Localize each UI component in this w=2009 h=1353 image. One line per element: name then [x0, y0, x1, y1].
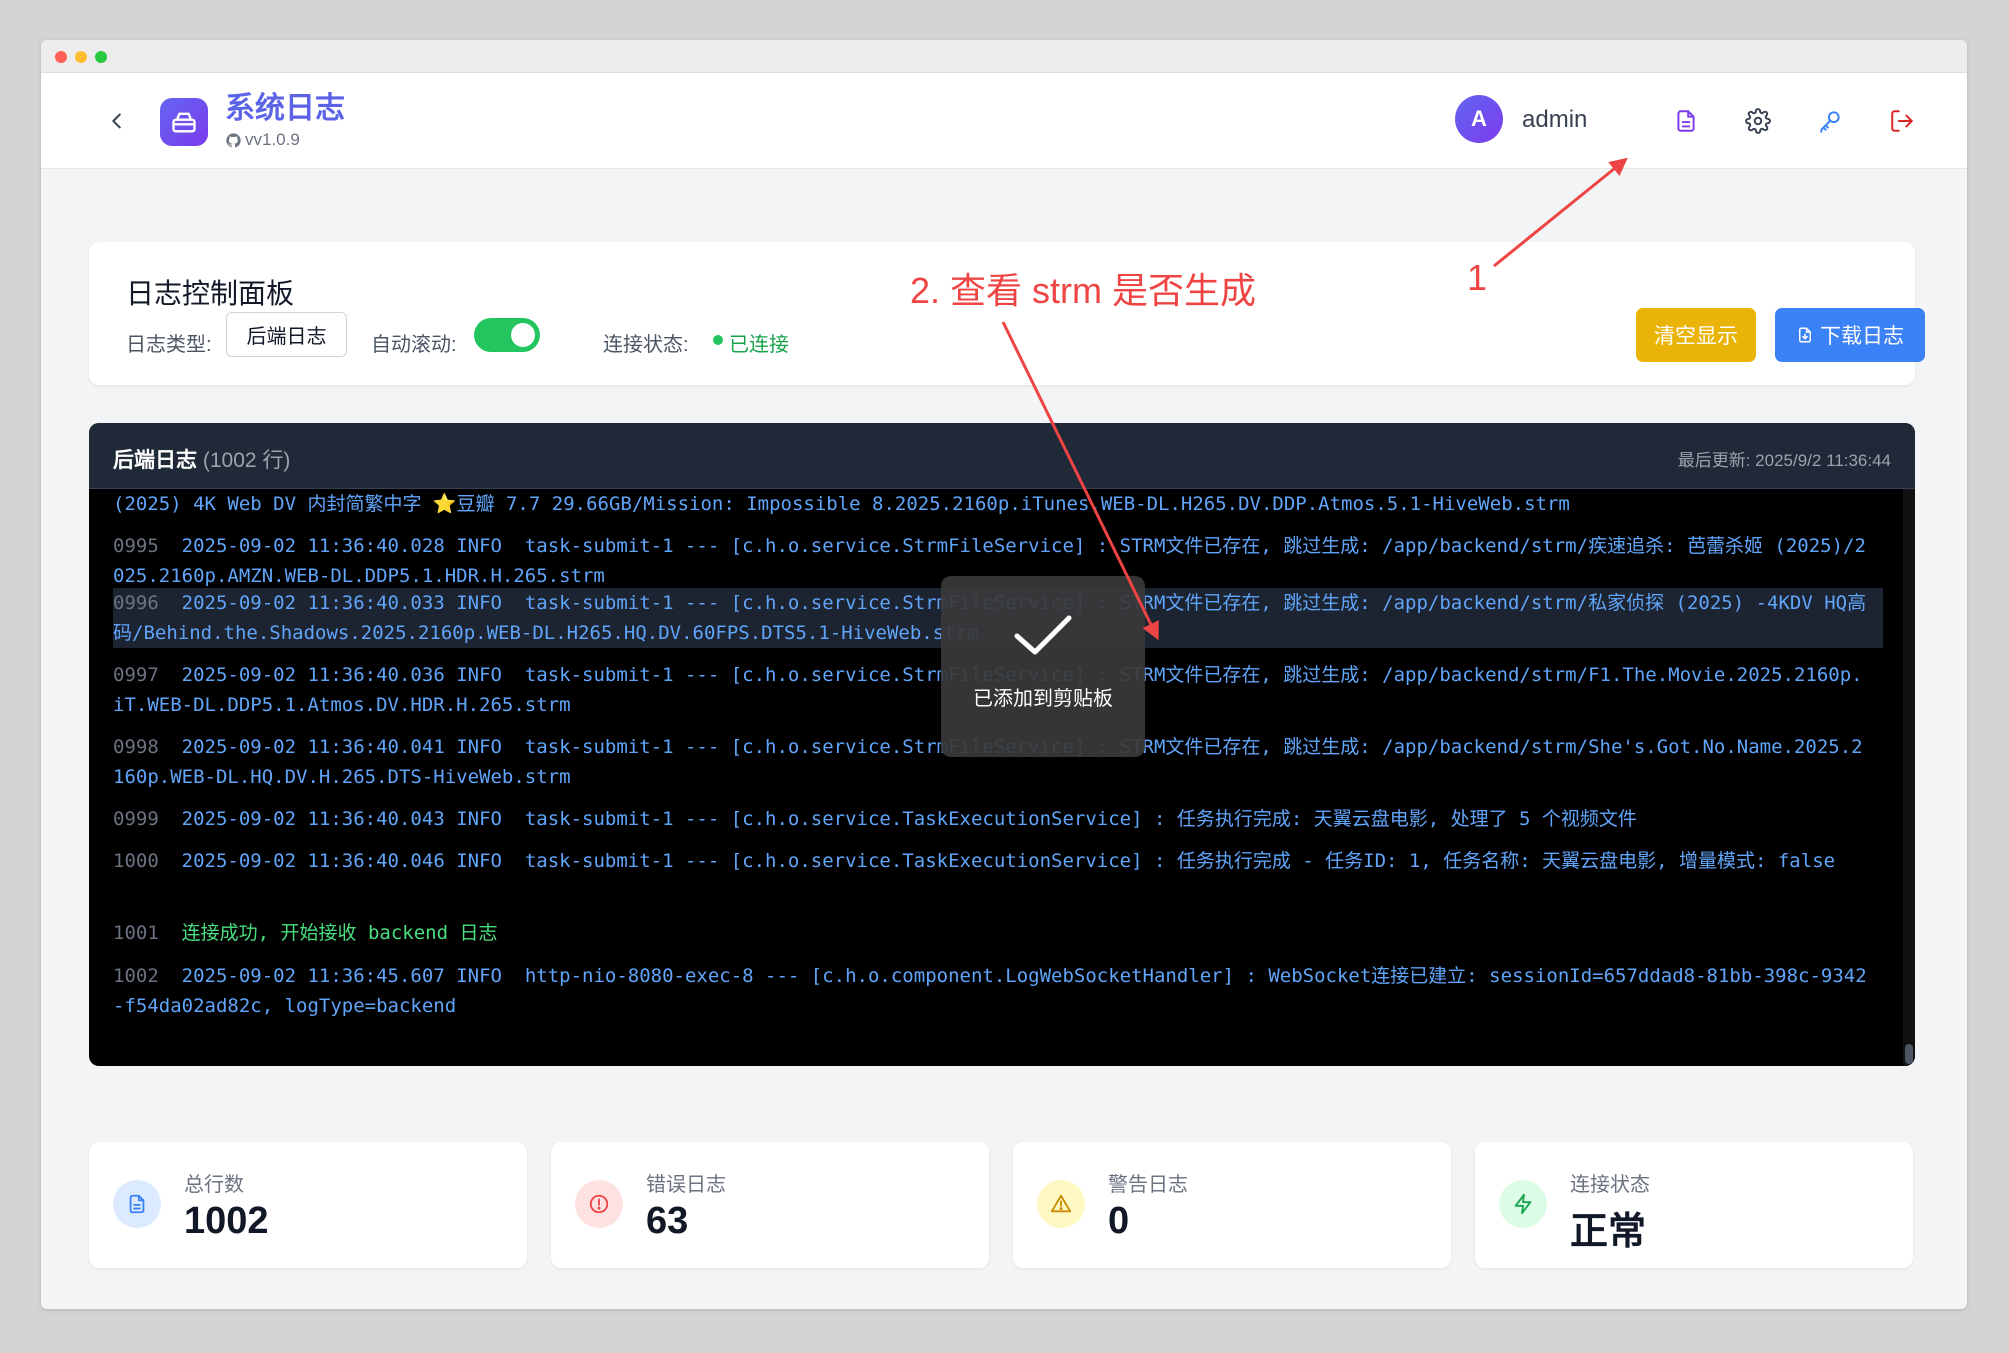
annotation-step-1: 1 [1467, 257, 1488, 298]
line-number: 0998 [113, 736, 159, 758]
stat-value: 63 [646, 1200, 689, 1242]
line-number: 0999 [113, 808, 159, 830]
line-number: 0997 [113, 664, 159, 686]
stat-icon-wrap [575, 1180, 623, 1228]
stat-value: 0 [1108, 1200, 1130, 1242]
key-icon [1820, 111, 1840, 133]
app-version: vv1.0.9 [225, 130, 300, 150]
logs-button[interactable] [1666, 101, 1706, 141]
stat-value: 1002 [184, 1200, 269, 1242]
stat-label: 总行数 [184, 1174, 244, 1196]
line-number: 1001 [113, 922, 159, 944]
log-text: (2025) 4K Web DV 内封简繁中字 ⭐豆瓣 7.7 29.66GB/… [113, 493, 1570, 515]
stat-label: 警告日志 [1108, 1174, 1188, 1196]
browser-window: 系统日志 vv1.0.9 A admin 日志控制面板 日志类型: 后端日志 自… [41, 40, 1967, 1309]
log-line[interactable]: 1000 2025-09-02 11:36:40.046 INFO task-s… [113, 846, 1873, 876]
document-icon [129, 1194, 145, 1214]
log-text: 2025-09-02 11:36:45.607 INFO http-nio-80… [113, 965, 1867, 1017]
stat-card-warnings: 警告日志 0 [1013, 1142, 1451, 1268]
clear-display-button[interactable]: 清空显示 [1636, 308, 1756, 362]
log-type-select[interactable]: 后端日志 [226, 312, 347, 357]
line-count: (1002 行) [202, 449, 291, 472]
stat-label: 连接状态 [1570, 1174, 1650, 1196]
terminal-title: 后端日志 (1002 行) [113, 444, 290, 474]
page-title: 系统日志 [225, 92, 345, 125]
checkmark-icon [1014, 615, 1072, 655]
gear-icon [1745, 108, 1771, 134]
minimize-window-button[interactable] [75, 51, 87, 63]
stat-value: 正常 [1570, 1211, 1647, 1253]
download-file-icon [1799, 327, 1811, 343]
stat-card-connection: 连接状态 正常 [1475, 1142, 1913, 1268]
stat-card-total: 总行数 1002 [89, 1142, 527, 1268]
clipboard-toast: 已添加到剪贴板 [941, 576, 1145, 757]
line-number: 1000 [113, 850, 159, 872]
log-line[interactable]: 1002 2025-09-02 11:36:45.607 INFO http-n… [113, 961, 1873, 1021]
stat-label: 错误日志 [646, 1174, 726, 1196]
toggle-knob [511, 323, 535, 347]
alert-circle-icon [589, 1194, 609, 1214]
username[interactable]: admin [1522, 106, 1587, 134]
log-line[interactable]: 0999 2025-09-02 11:36:40.043 INFO task-s… [113, 804, 1873, 834]
close-window-button[interactable] [55, 51, 67, 63]
log-scrollbar[interactable] [1903, 489, 1915, 1066]
terminal-header: 后端日志 (1002 行) 最后更新: 2025/9/2 11:36:44 [89, 423, 1915, 489]
connection-label: 连接状态: [603, 334, 689, 356]
api-key-button[interactable] [1810, 101, 1850, 141]
app-header: 系统日志 vv1.0.9 A admin [41, 73, 1967, 169]
log-text: 2025-09-02 11:36:40.043 INFO task-submit… [181, 808, 1637, 830]
line-number: 0995 [113, 535, 159, 557]
version-label: vv1.0.9 [245, 130, 300, 149]
lightning-icon [1514, 1193, 1532, 1215]
line-number: 0996 [113, 592, 159, 614]
stat-icon-wrap [1499, 1180, 1547, 1228]
connection-status: 已连接 [729, 334, 789, 356]
stat-icon-wrap [1037, 1180, 1085, 1228]
auto-scroll-label: 自动滚动: [371, 334, 457, 356]
avatar[interactable]: A [1455, 95, 1503, 143]
terminal-title-text: 后端日志 [113, 449, 197, 472]
download-log-label: 下载日志 [1820, 325, 1904, 348]
back-button[interactable] [99, 103, 135, 139]
github-icon [226, 132, 241, 147]
log-text: 2025-09-02 11:36:40.046 INFO task-submit… [181, 850, 1836, 872]
panel-title: 日志控制面板 [126, 278, 295, 309]
auto-scroll-toggle[interactable] [474, 318, 540, 352]
annotation-step-2: 2. 查看 strm 是否生成 [910, 270, 1257, 311]
log-type-label: 日志类型: [126, 334, 212, 356]
logout-icon [1891, 110, 1913, 132]
line-number: 1002 [113, 965, 159, 987]
toast-message: 已添加到剪贴板 [973, 688, 1113, 710]
log-text: 连接成功, 开始接收 backend 日志 [181, 922, 498, 944]
scrollbar-thumb[interactable] [1905, 1044, 1913, 1064]
connection-status-dot [713, 335, 723, 345]
download-log-button[interactable]: 下载日志 [1775, 308, 1925, 362]
stat-card-errors: 错误日志 63 [551, 1142, 989, 1268]
app-logo [160, 98, 208, 146]
maximize-window-button[interactable] [95, 51, 107, 63]
logout-button[interactable] [1882, 101, 1922, 141]
last-updated: 最后更新: 2025/9/2 11:36:44 [1677, 451, 1891, 470]
log-line[interactable]: (2025) 4K Web DV 内封简繁中字 ⭐豆瓣 7.7 29.66GB/… [113, 489, 1873, 519]
document-icon [1677, 110, 1695, 132]
chevron-left-icon [112, 113, 121, 129]
warning-triangle-icon [1050, 1194, 1072, 1213]
settings-button[interactable] [1738, 101, 1778, 141]
log-line[interactable]: 1001 连接成功, 开始接收 backend 日志 [113, 918, 1873, 948]
archive-icon [172, 112, 196, 133]
window-titlebar [41, 40, 1967, 73]
stat-icon-wrap [113, 1180, 161, 1228]
